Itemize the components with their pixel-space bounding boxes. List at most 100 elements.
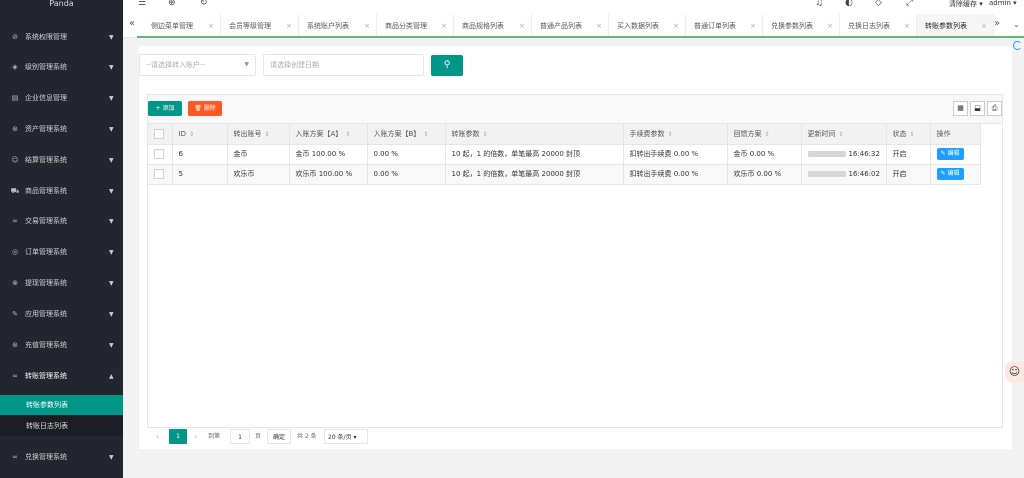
cell-fee: 扣转出手续费 0.00 % xyxy=(623,164,728,185)
close-icon[interactable]: × xyxy=(750,14,756,38)
close-icon[interactable]: × xyxy=(519,14,525,38)
tab[interactable]: 普通产品列表 × xyxy=(532,14,609,38)
print-icon[interactable]: ⎙ xyxy=(987,101,1002,116)
sidebar-item[interactable]: ∞ 转账管理系统 ▲ xyxy=(0,361,123,391)
menu-icon[interactable]: ☰ xyxy=(138,0,146,8)
col-header[interactable]: 转账参数 ⇕ xyxy=(445,124,624,145)
cell-params: 10 起，1 的倍数，单笔最高 20000 封顶 xyxy=(445,164,624,185)
sidebar-item[interactable]: ☺ 结算管理系统 ▼ xyxy=(0,145,123,175)
clear-cache-button[interactable]: 清除缓存 ▾ xyxy=(949,0,983,9)
goto-confirm-button[interactable]: 确定 xyxy=(267,429,291,444)
coin-icon: ⊛ xyxy=(12,341,18,349)
sort-icon: ⇕ xyxy=(345,130,351,138)
close-icon[interactable]: × xyxy=(286,14,292,38)
refresh-icon[interactable]: ↻ xyxy=(200,0,208,8)
page-size-select[interactable]: 20 条/页 ▾ xyxy=(324,429,368,444)
sidebar-item[interactable]: ⊗ 提现管理系统 ▼ xyxy=(0,268,123,298)
sort-icon: ⇕ xyxy=(909,130,915,138)
edit-button[interactable]: ✎ 编辑 xyxy=(936,168,964,180)
fullscreen-icon[interactable]: ⤢ xyxy=(906,0,913,8)
account-select[interactable]: --请选择转入账户-- ▼ xyxy=(139,54,256,76)
sidebar-item[interactable]: ∞ 交易管理系统 ▼ xyxy=(0,206,123,236)
close-icon[interactable]: × xyxy=(827,14,833,38)
user-menu[interactable]: admin ▾ xyxy=(989,0,1017,7)
sidebar-item[interactable]: ∞ 兑换管理系统 ▼ xyxy=(0,442,123,472)
sidebar-item[interactable]: ◈ 级别管理系统 ▼ xyxy=(0,52,123,82)
tab[interactable]: 兑换参数列表 × xyxy=(763,14,840,38)
tab-menu-caret-icon[interactable]: ⌄ xyxy=(1013,20,1020,29)
sidebar-item[interactable]: ⊛ 充值管理系统 ▼ xyxy=(0,330,123,360)
sidebar-item[interactable]: ▤ 企业信息管理 ▼ xyxy=(0,83,123,113)
assistant-avatar[interactable]: ☺ xyxy=(1005,361,1024,383)
sidebar-item-label: 结算管理系统 xyxy=(25,156,67,164)
tab-label: 商品分类管理 xyxy=(385,22,427,30)
tab-label: 兑换日志列表 xyxy=(848,22,890,30)
globe-icon[interactable]: ⊕ xyxy=(168,0,176,8)
theme-icon[interactable]: ◐ xyxy=(845,0,853,8)
pencil-icon: ✎ xyxy=(940,150,946,157)
close-icon[interactable]: × xyxy=(364,14,370,38)
tab[interactable]: 商品分类管理 × xyxy=(377,14,454,38)
sidebar-item-label: 转账管理系统 xyxy=(25,372,67,380)
columns-filter-icon[interactable]: ▦ xyxy=(953,101,968,116)
add-button[interactable]: + 添加 xyxy=(148,101,182,116)
export-icon[interactable]: ⬓ xyxy=(970,101,985,116)
sidebar-subitem[interactable]: 转账日志列表 xyxy=(0,416,123,436)
sidebar-item[interactable]: ⊛ 资产管理系统 ▼ xyxy=(0,114,123,144)
sidebar-item[interactable]: ✎ 应用管理系统 ▼ xyxy=(0,299,123,329)
tab[interactable]: 系统账户列表 × xyxy=(299,14,377,38)
tab[interactable]: 转账参数列表 × xyxy=(917,14,994,38)
search-button[interactable]: ⚲ xyxy=(431,55,463,76)
tab[interactable]: 商品规格列表 × xyxy=(454,14,532,38)
row-checkbox[interactable] xyxy=(154,149,164,159)
close-icon[interactable]: × xyxy=(441,14,447,38)
col-header[interactable]: 更新时间 ⇕ xyxy=(801,124,887,145)
cell-feedback: 欢乐币 0.00 % xyxy=(727,164,802,185)
edit-button[interactable]: ✎ 编辑 xyxy=(936,148,964,160)
circle-x-icon: ⊗ xyxy=(12,279,18,287)
prev-page-icon[interactable]: ‹ xyxy=(156,429,159,444)
pagination: ‹ 1 › 到第 1 页 确定 共 2 条 20 条/页 ▾ xyxy=(156,429,456,444)
date-input-placeholder: 请选择创建日期 xyxy=(270,61,319,69)
cell-id: 5 xyxy=(172,164,228,185)
caret-down-icon: ▼ xyxy=(109,125,114,133)
delete-button[interactable]: 🗑 删除 xyxy=(188,101,222,116)
sidebar-item[interactable]: ⊘ 系统权限管理 ▼ xyxy=(0,22,123,52)
close-icon[interactable]: × xyxy=(208,14,214,38)
close-icon[interactable]: × xyxy=(673,14,679,38)
close-icon[interactable]: × xyxy=(981,14,987,38)
next-page-icon[interactable]: › xyxy=(194,429,197,444)
sidebar-item[interactable]: ◎ 订单管理系统 ▼ xyxy=(0,237,123,267)
page-current[interactable]: 1 xyxy=(169,429,187,444)
page-input[interactable]: 1 xyxy=(230,429,250,444)
close-icon[interactable]: × xyxy=(904,14,910,38)
date-input[interactable]: 请选择创建日期 xyxy=(263,54,424,76)
close-icon[interactable]: × xyxy=(596,14,602,38)
tab[interactable]: 普通订单列表 × xyxy=(686,14,763,38)
col-header[interactable]: 手续费参数 ⇕ xyxy=(623,124,728,145)
tab-scroll-left-icon[interactable]: « xyxy=(129,18,135,29)
tab-scroll-right-icon[interactable]: » xyxy=(994,18,1000,29)
tag-icon[interactable]: ◇ xyxy=(875,0,882,8)
plus-icon: + xyxy=(155,105,161,112)
caret-down-icon: ▼ xyxy=(109,156,114,164)
col-header[interactable]: 状态 ⇕ xyxy=(886,124,931,145)
col-header[interactable]: ID ⇕ xyxy=(172,124,228,145)
col-header[interactable]: 入账方案【B】 ⇕ xyxy=(367,124,446,145)
tab[interactable]: 买入数据列表 × xyxy=(609,14,686,38)
tab[interactable]: 兑换日志列表 × xyxy=(840,14,917,38)
tab[interactable]: 侧边菜单管理 × xyxy=(143,14,221,38)
sort-icon: ⇕ xyxy=(764,130,770,138)
sidebar-item-label: 资产管理系统 xyxy=(25,125,67,133)
tab[interactable]: 会员等级管理 × xyxy=(221,14,299,38)
col-header[interactable]: 转出账号 ⇕ xyxy=(227,124,290,145)
caret-down-icon: ▼ xyxy=(109,341,114,349)
col-header[interactable]: 入账方案【A】 ⇕ xyxy=(289,124,368,145)
select-all-checkbox[interactable] xyxy=(154,128,164,139)
data-table: + 添加 🗑 删除 ▦ ⬓ ⎙ ID ⇕ 转出账号 ⇕ 入账方案【A】 ⇕ 入账方案【… xyxy=(147,94,1003,444)
row-checkbox[interactable] xyxy=(154,169,164,179)
sidebar-subitem[interactable]: 转账参数列表 xyxy=(0,395,123,415)
bell-icon[interactable]: ♫ xyxy=(815,0,823,8)
col-header[interactable]: 回馈方案 ⇕ xyxy=(727,124,802,145)
sidebar-item[interactable]: ⛟ 商品管理系统 ▼ xyxy=(0,176,123,206)
